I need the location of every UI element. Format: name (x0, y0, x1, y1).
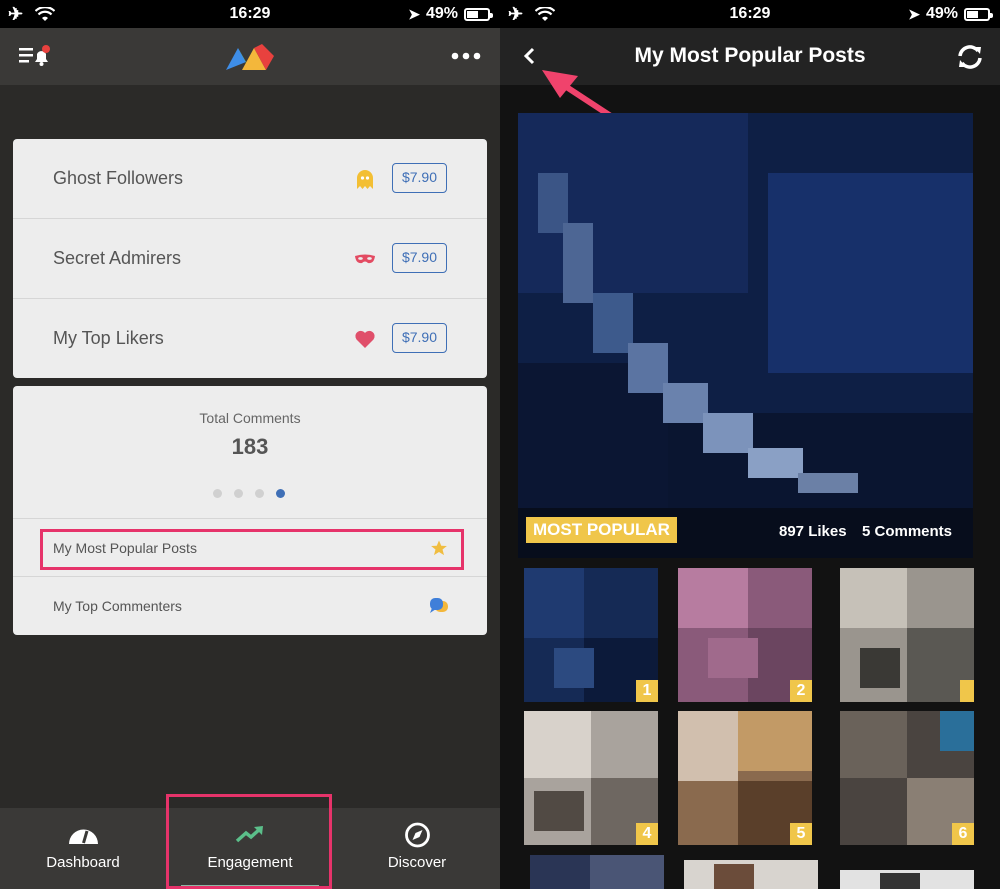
tab-label: Discover (387, 854, 447, 871)
price-button[interactable]: $7.90 (392, 323, 447, 353)
tab-label: Dashboard (46, 854, 120, 871)
location-icon: ➤ (908, 5, 920, 22)
stat-title: Total Comments (199, 410, 301, 426)
reports-card: Ghost Followers $7.90 Secret Admirers $7… (13, 139, 487, 378)
rank-badge: 6 (952, 823, 974, 845)
status-bar: ✈ 16:29 ➤ 49% (0, 0, 500, 28)
app-logo (226, 44, 274, 70)
menu-bell-icon[interactable] (19, 45, 51, 67)
tab-discover[interactable]: Discover (334, 808, 500, 889)
ghost-icon (357, 170, 373, 189)
rank-badge (960, 680, 974, 702)
right-screen: ✈ 16:29 ➤ 49% My Most Popular Posts MOST… (500, 0, 1000, 889)
stat-value: 183 (231, 434, 269, 459)
battery-icon (964, 7, 993, 21)
page-dot[interactable] (255, 489, 264, 498)
compass-icon (405, 822, 430, 848)
post-thumbnail[interactable]: 4 (524, 711, 658, 845)
chat-icon (430, 598, 448, 613)
location-icon: ➤ (408, 5, 420, 22)
post-thumbnail[interactable] (530, 855, 664, 889)
thumbnail-image (840, 568, 974, 702)
post-thumbnail[interactable] (840, 870, 974, 889)
battery-icon (464, 7, 493, 21)
thumbnail-image (530, 855, 664, 889)
thumbnail-image (840, 870, 974, 889)
battery-percent: 49% (425, 5, 458, 22)
price-button[interactable]: $7.90 (392, 243, 447, 273)
post-thumbnail[interactable]: 5 (678, 711, 812, 845)
page-indicator[interactable] (213, 489, 285, 498)
report-row-top-likers[interactable]: My Top Likers $7.90 (13, 299, 487, 379)
report-label: Ghost Followers (53, 168, 184, 188)
refresh-icon[interactable] (955, 43, 985, 71)
battery-percent: 49% (925, 5, 958, 22)
post-thumbnail[interactable]: 1 (524, 568, 658, 702)
page-dot[interactable] (234, 489, 243, 498)
hero-post[interactable]: MOST POPULAR 897 Likes 5 Comments (518, 113, 973, 558)
highlight-box (166, 794, 332, 889)
price-button[interactable]: $7.90 (392, 163, 447, 193)
report-label: Secret Admirers (53, 248, 182, 268)
report-label: My Top Likers (53, 328, 164, 348)
comments-count: 5 Comments (862, 523, 953, 540)
top-navbar (0, 28, 500, 85)
report-row-ghost-followers[interactable]: Ghost Followers $7.90 (13, 139, 487, 219)
bottom-tab-bar: Dashboard Engagement Discover (0, 794, 500, 889)
post-thumbnail[interactable]: 2 (678, 568, 812, 702)
link-top-commenters[interactable]: My Top Commenters (13, 576, 487, 634)
post-thumbnail[interactable] (684, 860, 818, 889)
page-dot-active[interactable] (276, 489, 285, 498)
tab-dashboard[interactable]: Dashboard (0, 808, 166, 889)
rank-badge: 5 (790, 823, 812, 845)
left-screen: ✈ 16:29 ➤ 49% Ghost Followers $7.90 Secr… (0, 0, 500, 889)
rank-badge: 2 (790, 680, 812, 702)
link-label: My Top Commenters (53, 598, 182, 614)
likes-count: 897 Likes (779, 523, 847, 540)
rank-badge: 1 (636, 680, 658, 702)
thumbnail-image (684, 860, 818, 889)
rank-badge: 4 (636, 823, 658, 845)
speedometer-icon (69, 829, 98, 844)
hero-image (518, 113, 973, 558)
highlight-box (40, 529, 464, 570)
stats-card: Total Comments 183 My Most Popular Posts… (13, 386, 487, 635)
post-thumbnail[interactable]: 6 (840, 711, 974, 845)
report-row-secret-admirers[interactable]: Secret Admirers $7.90 (13, 219, 487, 299)
more-icon[interactable] (451, 52, 481, 60)
most-popular-badge: MOST POPULAR (526, 517, 677, 543)
status-bar: ✈ 16:29 ➤ 49% (500, 0, 1000, 28)
page-dot[interactable] (213, 489, 222, 498)
mask-icon (355, 254, 375, 264)
post-thumbnail[interactable] (840, 568, 974, 702)
heart-icon (355, 330, 375, 348)
